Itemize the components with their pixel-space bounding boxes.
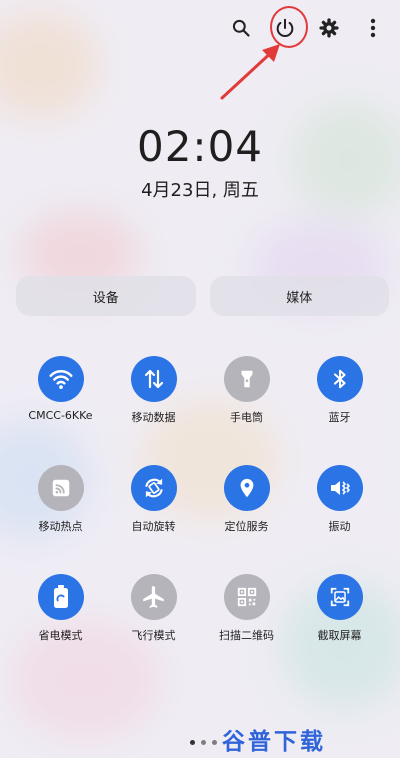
toggle-circle <box>130 356 177 402</box>
toggle-qr-scan[interactable]: 扫描二维码 <box>200 574 293 643</box>
toggle-mobile-data[interactable]: 移动数据 <box>107 356 200 425</box>
toggle-location[interactable]: 定位服务 <box>200 465 293 534</box>
toggle-circle <box>223 465 270 511</box>
annotation-arrow-icon <box>220 44 280 100</box>
toggle-label: 定位服务 <box>224 520 269 533</box>
output-tabs: 设备 媒体 <box>16 276 389 316</box>
toggle-label: 振动 <box>328 520 351 533</box>
page-indicator <box>190 740 217 745</box>
toggle-battery-saver[interactable]: 省电模式 <box>14 574 107 643</box>
toggle-label: 自动旋转 <box>131 520 176 533</box>
toggle-circle <box>37 356 84 402</box>
toggle-circle <box>130 465 177 511</box>
more-vert-icon <box>370 18 376 38</box>
flashlight-icon <box>241 370 252 388</box>
page-dot <box>212 740 217 745</box>
toggle-auto-rotate[interactable]: 自动旋转 <box>107 465 200 534</box>
devices-button[interactable]: 设备 <box>16 276 196 316</box>
toggle-label: 移动热点 <box>38 520 83 533</box>
toggle-airplane[interactable]: 飞行模式 <box>107 574 200 643</box>
clock-time: 02:04 <box>136 122 264 171</box>
watermark: 谷普下载 <box>222 729 326 755</box>
toggle-label: CMCC-6KKe <box>28 409 93 422</box>
toggle-label: 手电筒 <box>230 411 263 424</box>
toggle-circle <box>316 356 363 402</box>
toggle-wifi[interactable]: CMCC-6KKe <box>14 356 107 425</box>
toggle-flashlight[interactable]: 手电筒 <box>200 356 293 425</box>
toggle-label: 截取屏幕 <box>317 629 362 642</box>
vibrate-icon <box>330 481 350 495</box>
toggle-circle <box>37 465 84 511</box>
settings-button[interactable] <box>316 10 342 46</box>
toggle-circle <box>130 574 177 620</box>
hotspot-icon <box>52 479 69 497</box>
page-dot <box>190 740 195 745</box>
search-icon <box>232 19 250 37</box>
wifi-icon <box>48 370 73 389</box>
toggle-vibrate[interactable]: 振动 <box>293 465 386 534</box>
toggle-circle <box>223 356 270 402</box>
toggle-screenshot[interactable]: 截取屏幕 <box>293 574 386 643</box>
quick-settings-grid: CMCC-6KKe 移动数据 手电筒 蓝牙 移动热点 自动旋转 定位服务 振动 … <box>14 356 386 643</box>
media-button[interactable]: 媒体 <box>209 276 389 316</box>
auto-rotate-icon <box>144 478 163 498</box>
toggle-label: 扫描二维码 <box>219 629 274 642</box>
toggle-circle <box>316 465 363 511</box>
toggle-bluetooth[interactable]: 蓝牙 <box>293 356 386 425</box>
page-dot <box>201 740 206 745</box>
airplane-icon <box>142 586 164 608</box>
toggle-label: 飞行模式 <box>131 629 176 642</box>
location-icon <box>240 478 253 498</box>
clock-date: 4月23日, 周五 <box>141 180 259 201</box>
mobile-data-icon <box>144 369 163 389</box>
qr-scan-icon <box>237 587 256 607</box>
toggle-circle <box>223 574 270 620</box>
toggle-label: 移动数据 <box>131 411 176 424</box>
gear-icon <box>319 18 339 38</box>
toggle-hotspot[interactable]: 移动热点 <box>14 465 107 534</box>
toggle-circle <box>316 574 363 620</box>
bluetooth-icon <box>333 369 346 389</box>
toggle-circle <box>37 574 84 620</box>
toggle-label: 省电模式 <box>38 629 83 642</box>
screenshot-icon <box>330 587 349 607</box>
toggle-label: 蓝牙 <box>328 411 351 424</box>
battery-saver-icon <box>53 585 68 608</box>
more-options-button[interactable] <box>360 10 386 46</box>
